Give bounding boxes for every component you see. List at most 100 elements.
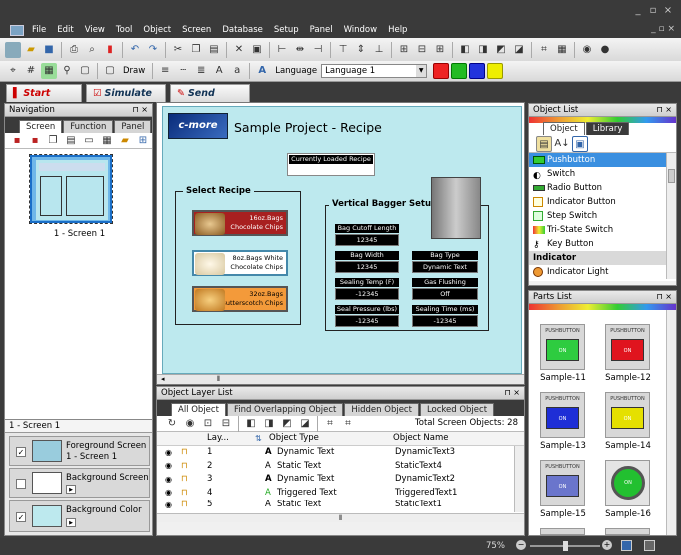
screen-canvas[interactable]: c-more Sample Project - Recipe Currently… bbox=[162, 106, 522, 374]
menu-edit[interactable]: Edit bbox=[57, 25, 73, 35]
camera-icon[interactable]: ◉ bbox=[579, 42, 595, 58]
table-row[interactable]: ◉ ⊓ 4 A Triggered Text TriggeredText1 bbox=[157, 486, 524, 500]
object-layer-hscrollbar[interactable]: ⦀ bbox=[157, 513, 524, 522]
ungroup-layer-icon[interactable]: ⌗ bbox=[340, 416, 356, 432]
menu-file[interactable]: File bbox=[32, 25, 46, 35]
part-thumbnail[interactable]: PUSHBUTTON ON bbox=[540, 460, 585, 506]
undo-icon[interactable]: ↶ bbox=[127, 42, 143, 58]
print-icon[interactable]: ⎙ bbox=[66, 42, 82, 58]
tab-function[interactable]: Function bbox=[63, 120, 114, 133]
backward-icon[interactable]: ◪ bbox=[511, 42, 527, 58]
close-icon[interactable]: × bbox=[663, 6, 673, 16]
color-red-swatch[interactable] bbox=[433, 63, 450, 79]
bring-front-icon[interactable]: ◧ bbox=[457, 42, 473, 58]
properties-icon[interactable]: ▣ bbox=[572, 135, 588, 152]
tab-all-object[interactable]: All Object bbox=[171, 403, 226, 416]
group-layer-icon[interactable]: ⌗ bbox=[322, 416, 338, 432]
lock-all-icon[interactable]: ⊟ bbox=[218, 416, 234, 432]
lock-row-icon[interactable]: ⊓ bbox=[181, 447, 207, 457]
zoom-in-icon[interactable]: + bbox=[602, 540, 612, 550]
lock-row-icon[interactable]: ⊓ bbox=[181, 461, 207, 471]
sealing-time-value[interactable]: -12345 bbox=[412, 315, 478, 327]
select-tool-icon[interactable]: ⌖ bbox=[5, 63, 21, 79]
play-icon[interactable]: ▶ bbox=[66, 485, 76, 494]
group-icon[interactable]: ⌗ bbox=[536, 42, 552, 58]
draw-label[interactable]: Draw bbox=[123, 66, 145, 76]
fit-screen-icon[interactable] bbox=[621, 540, 632, 551]
seal-pressure-value[interactable]: -12345 bbox=[335, 315, 399, 327]
color-green-swatch[interactable] bbox=[451, 63, 468, 79]
grid-icon[interactable]: ⊞ bbox=[396, 42, 412, 58]
tab-object[interactable]: Object bbox=[543, 122, 585, 135]
start-button[interactable]: ▌ Start bbox=[6, 84, 82, 102]
panel-close-icon[interactable]: ⊓ × bbox=[505, 387, 521, 399]
list-item[interactable]: ◐ Switch bbox=[529, 167, 676, 181]
menu-help[interactable]: Help bbox=[388, 25, 407, 35]
menu-view[interactable]: View bbox=[85, 25, 105, 35]
bag-width-value[interactable]: 12345 bbox=[335, 261, 399, 273]
layer-foreground-checkbox[interactable]: ✓ bbox=[16, 447, 26, 457]
header-layer[interactable]: Lay... bbox=[207, 433, 255, 443]
align-bottom-icon[interactable]: ⊥ bbox=[371, 42, 387, 58]
recipe-button-3[interactable]: 32oz.Bags Butterscotch Chips bbox=[192, 286, 288, 312]
lock-row-icon[interactable]: ⊓ bbox=[181, 488, 207, 498]
screen-size-icon[interactable] bbox=[644, 540, 655, 551]
layer-bottom-icon[interactable]: ◪ bbox=[297, 416, 313, 432]
print-preview-icon[interactable]: ⌕ bbox=[84, 42, 100, 58]
table-row[interactable]: ◉ ⊓ 2 A Static Text StaticText4 bbox=[157, 459, 524, 473]
delete-icon[interactable]: ✕ bbox=[231, 42, 247, 58]
layer-down-icon[interactable]: ◨ bbox=[261, 416, 277, 432]
menu-screen[interactable]: Screen bbox=[182, 25, 211, 35]
font-size-down-icon[interactable]: a bbox=[229, 63, 245, 79]
sort-alpha-icon[interactable]: A↓ bbox=[554, 136, 570, 152]
distribute-h-icon[interactable]: ⊟ bbox=[414, 42, 430, 58]
send-button[interactable]: ✎ Send bbox=[170, 84, 250, 102]
menu-setup[interactable]: Setup bbox=[274, 25, 299, 35]
sort-icon[interactable]: ⇅ bbox=[255, 434, 265, 443]
forward-icon[interactable]: ◩ bbox=[493, 42, 509, 58]
folder-icon[interactable]: ▰ bbox=[117, 133, 133, 149]
list-item[interactable]: Pushbutton bbox=[529, 153, 676, 167]
align-right-icon[interactable]: ⊣ bbox=[310, 42, 326, 58]
table-row[interactable]: ◉ ⊓ 5 A Static Text StaticText1 bbox=[157, 500, 524, 509]
line-width-icon[interactable]: ≡ bbox=[157, 63, 173, 79]
layer-foreground[interactable]: ✓ Foreground Screen 1 - Screen 1 bbox=[9, 436, 150, 466]
layer-bgcolor-checkbox[interactable]: ✓ bbox=[16, 512, 26, 522]
color-yellow-swatch[interactable] bbox=[487, 63, 504, 79]
distribute-v-icon[interactable]: ⊞ bbox=[432, 42, 448, 58]
list-item[interactable]: Tri-State Switch bbox=[529, 223, 676, 237]
eye-icon[interactable]: ◉ bbox=[165, 461, 181, 470]
new-project-icon[interactable] bbox=[5, 41, 21, 58]
eye-icon[interactable]: ◉ bbox=[165, 448, 181, 457]
part-thumbnail[interactable]: PUSHBUTTON ON bbox=[605, 324, 650, 370]
bag-type-value[interactable]: Dynamic Text bbox=[412, 261, 478, 273]
layer-background-color[interactable]: ✓ Background Color ▶ bbox=[9, 500, 150, 532]
panel-close-icon[interactable]: ⊓ × bbox=[657, 291, 673, 303]
zoom-out-icon[interactable]: − bbox=[516, 540, 526, 550]
screen-icon[interactable]: ▢ bbox=[77, 63, 93, 79]
open-folder-icon[interactable]: ▰ bbox=[23, 42, 39, 58]
align-center-icon[interactable]: ⇹ bbox=[292, 42, 308, 58]
grid-tool-icon[interactable]: # bbox=[23, 63, 39, 79]
info-icon[interactable]: ▮ bbox=[102, 42, 118, 58]
menu-window[interactable]: Window bbox=[344, 25, 378, 35]
zoom-slider[interactable] bbox=[530, 541, 600, 551]
bag-cutoff-value[interactable]: 12345 bbox=[335, 234, 399, 246]
add-screen-icon[interactable]: ▪ bbox=[9, 133, 25, 149]
align-middle-icon[interactable]: ⇕ bbox=[353, 42, 369, 58]
part-thumbnail[interactable]: ON bbox=[605, 460, 650, 506]
line-style-icon[interactable]: ┄ bbox=[175, 63, 191, 79]
ungroup-icon[interactable]: ▦ bbox=[554, 42, 570, 58]
paste-screen-icon[interactable]: ▤ bbox=[63, 133, 79, 149]
mdi-controls-icon[interactable]: _ ▫ × bbox=[651, 24, 675, 34]
layer-top-icon[interactable]: ◩ bbox=[279, 416, 295, 432]
paste-icon[interactable]: ▤ bbox=[206, 42, 222, 58]
eye-icon[interactable]: ◉ bbox=[165, 475, 181, 484]
canvas-hscrollbar[interactable]: ◂ ⦀ bbox=[157, 374, 524, 384]
list-section-indicator[interactable]: Indicator bbox=[529, 251, 676, 265]
tab-locked-object[interactable]: Locked Object bbox=[419, 403, 495, 416]
object-layer-vscrollbar[interactable] bbox=[514, 446, 524, 512]
color-blue-swatch[interactable] bbox=[469, 63, 486, 79]
list-item[interactable]: Radio Button bbox=[529, 181, 676, 195]
cut-icon[interactable]: ✂ bbox=[170, 42, 186, 58]
